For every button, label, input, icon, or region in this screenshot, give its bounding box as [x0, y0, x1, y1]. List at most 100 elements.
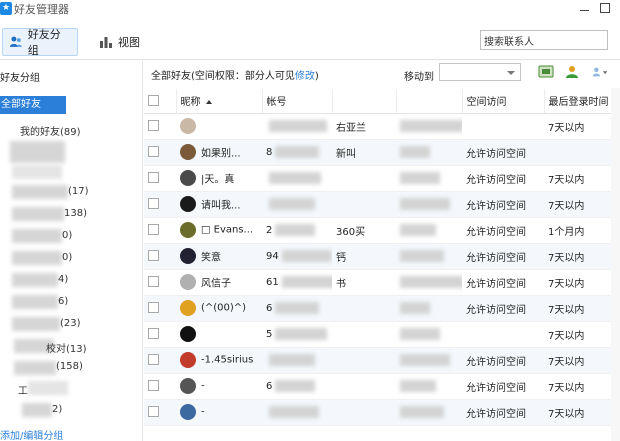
- sidebar-item-group-3[interactable]: 138): [64, 208, 87, 219]
- extra-cell: [396, 217, 462, 244]
- add-group-link[interactable]: 添加/编辑分组: [0, 427, 63, 441]
- row-checkbox-cell[interactable]: [144, 295, 176, 322]
- vertical-scrollbar[interactable]: [611, 88, 620, 441]
- redacted-group-name: [12, 207, 64, 221]
- sidebar-item-group-2[interactable]: (17): [68, 186, 89, 197]
- sidebar-item-group-9[interactable]: 校对(13): [46, 340, 87, 355]
- space-access-cell: 允许访问空间: [462, 139, 544, 166]
- row-checkbox[interactable]: [148, 224, 159, 236]
- message-icon[interactable]: [538, 65, 554, 79]
- view-button[interactable]: 视图: [93, 28, 149, 56]
- table-row[interactable]: - 6 允许访问空间 7天以内: [144, 373, 620, 400]
- row-checkbox-cell[interactable]: [144, 243, 176, 270]
- search-contacts-box[interactable]: [480, 30, 608, 50]
- settings-dropdown-icon[interactable]: [592, 65, 608, 79]
- row-checkbox-cell[interactable]: [144, 113, 176, 140]
- redacted-extra: [400, 302, 430, 314]
- column-header-remark[interactable]: [332, 89, 397, 114]
- add-contact-icon[interactable]: [564, 65, 580, 79]
- redacted-group-name: [14, 361, 56, 375]
- sidebar-item-group-6[interactable]: 4): [58, 274, 68, 285]
- row-checkbox[interactable]: [148, 198, 159, 210]
- row-checkbox[interactable]: [148, 406, 159, 418]
- sidebar-item-group-12[interactable]: 2): [52, 404, 62, 415]
- remark-cell: 钙: [332, 243, 396, 270]
- nickname: 如果别...: [201, 148, 241, 160]
- row-checkbox[interactable]: [148, 120, 159, 132]
- avatar: [180, 352, 196, 368]
- table-row[interactable]: -1.45sirius 允许访问空间 7天以内: [144, 347, 620, 374]
- redacted-extra: [400, 224, 436, 236]
- row-checkbox[interactable]: [148, 302, 159, 314]
- column-header-extra[interactable]: [396, 89, 463, 114]
- row-checkbox-cell[interactable]: [144, 217, 176, 244]
- window-title: 好友管理器: [14, 3, 69, 16]
- row-checkbox[interactable]: [148, 250, 159, 262]
- column-header-space-access[interactable]: 空间访问: [462, 89, 545, 114]
- table-row[interactable]: □ Evans... 2 360买 允许访问空间 1个月内: [144, 217, 620, 244]
- row-checkbox[interactable]: [148, 172, 159, 184]
- space-access-cell: 允许访问空间: [462, 243, 544, 270]
- table-row[interactable]: 如果别... 8 新叫 允许访问空间: [144, 139, 620, 166]
- account-cell: 2: [262, 217, 332, 244]
- edit-permission-link[interactable]: 修改: [295, 71, 315, 82]
- row-checkbox-cell[interactable]: [144, 165, 176, 192]
- move-to-select[interactable]: [439, 63, 521, 81]
- sidebar-item-group-11[interactable]: 工: [18, 382, 28, 397]
- sidebar-item-my-friends[interactable]: 我的好友(89): [20, 123, 81, 138]
- row-checkbox-cell[interactable]: [144, 373, 176, 400]
- minimize-button[interactable]: [578, 1, 590, 15]
- select-all-cell[interactable]: [144, 89, 177, 114]
- row-checkbox[interactable]: [148, 354, 159, 366]
- avatar: [180, 118, 196, 134]
- row-checkbox-cell[interactable]: [144, 191, 176, 218]
- search-input[interactable]: [481, 31, 607, 49]
- redacted-group-name: [12, 273, 58, 287]
- column-header-nickname[interactable]: 昵称: [176, 89, 263, 114]
- table-row[interactable]: 5 7天以内: [144, 321, 620, 348]
- sidebar-item-group-4[interactable]: 0): [62, 230, 72, 241]
- view-label: 视图: [118, 36, 140, 49]
- table-row[interactable]: |天。真 允许访问空间 7天以内: [144, 165, 620, 192]
- redacted-account: [275, 146, 320, 158]
- table-row[interactable]: 笑意 94 钙 允许访问空间 7天以内: [144, 243, 620, 270]
- row-checkbox[interactable]: [148, 380, 159, 392]
- account-number: 8: [266, 147, 273, 158]
- table-row[interactable]: 右亚兰 7天以内: [144, 113, 620, 140]
- sidebar-item-group-5[interactable]: 0): [62, 252, 72, 263]
- table-row[interactable]: 请叫我... 允许访问空间 7天以内: [144, 191, 620, 218]
- table-row[interactable]: (^(00)^) 6 允许访问空间 7天以内: [144, 295, 620, 322]
- row-checkbox-cell[interactable]: [144, 321, 176, 348]
- nickname: -: [201, 406, 205, 418]
- select-all-checkbox[interactable]: [148, 95, 159, 106]
- sidebar-item-group-10[interactable]: (158): [56, 361, 83, 372]
- last-login: 1个月内: [548, 226, 585, 238]
- sidebar-item-all-friends[interactable]: 全部好友(642): [0, 96, 66, 128]
- row-checkbox-cell[interactable]: [144, 269, 176, 296]
- row-checkbox[interactable]: [148, 328, 159, 340]
- space-access-cell: [462, 113, 544, 140]
- last-login-cell: 7天以内: [544, 399, 620, 426]
- space-access: 允许访问空间: [466, 252, 526, 264]
- column-header-last-login[interactable]: 最后登录时间: [544, 89, 620, 114]
- sidebar-item-group-7[interactable]: 6): [58, 296, 68, 307]
- row-checkbox-cell[interactable]: [144, 399, 176, 426]
- redacted-account: [269, 120, 327, 132]
- friends-group-button[interactable]: 好友分组: [2, 28, 78, 57]
- remark: 360买: [336, 226, 366, 238]
- row-checkbox[interactable]: [148, 276, 159, 288]
- row-checkbox-cell[interactable]: [144, 139, 176, 166]
- redacted-group-name: [12, 317, 60, 331]
- nickname-cell: [176, 321, 262, 348]
- redacted-account: [269, 198, 315, 210]
- redacted-account: [275, 328, 328, 340]
- column-header-account[interactable]: 帐号: [262, 89, 333, 114]
- last-login-cell: 1个月内: [544, 217, 620, 244]
- table-row[interactable]: 风信子 61 书 允许访问空间 7天以内: [144, 269, 620, 296]
- row-checkbox-cell[interactable]: [144, 347, 176, 374]
- maximize-button[interactable]: [600, 3, 610, 13]
- extra-cell: [396, 139, 462, 166]
- table-row[interactable]: - 允许访问空间 7天以内: [144, 399, 620, 426]
- row-checkbox[interactable]: [148, 146, 159, 158]
- sidebar-item-group-8[interactable]: (23): [60, 318, 81, 329]
